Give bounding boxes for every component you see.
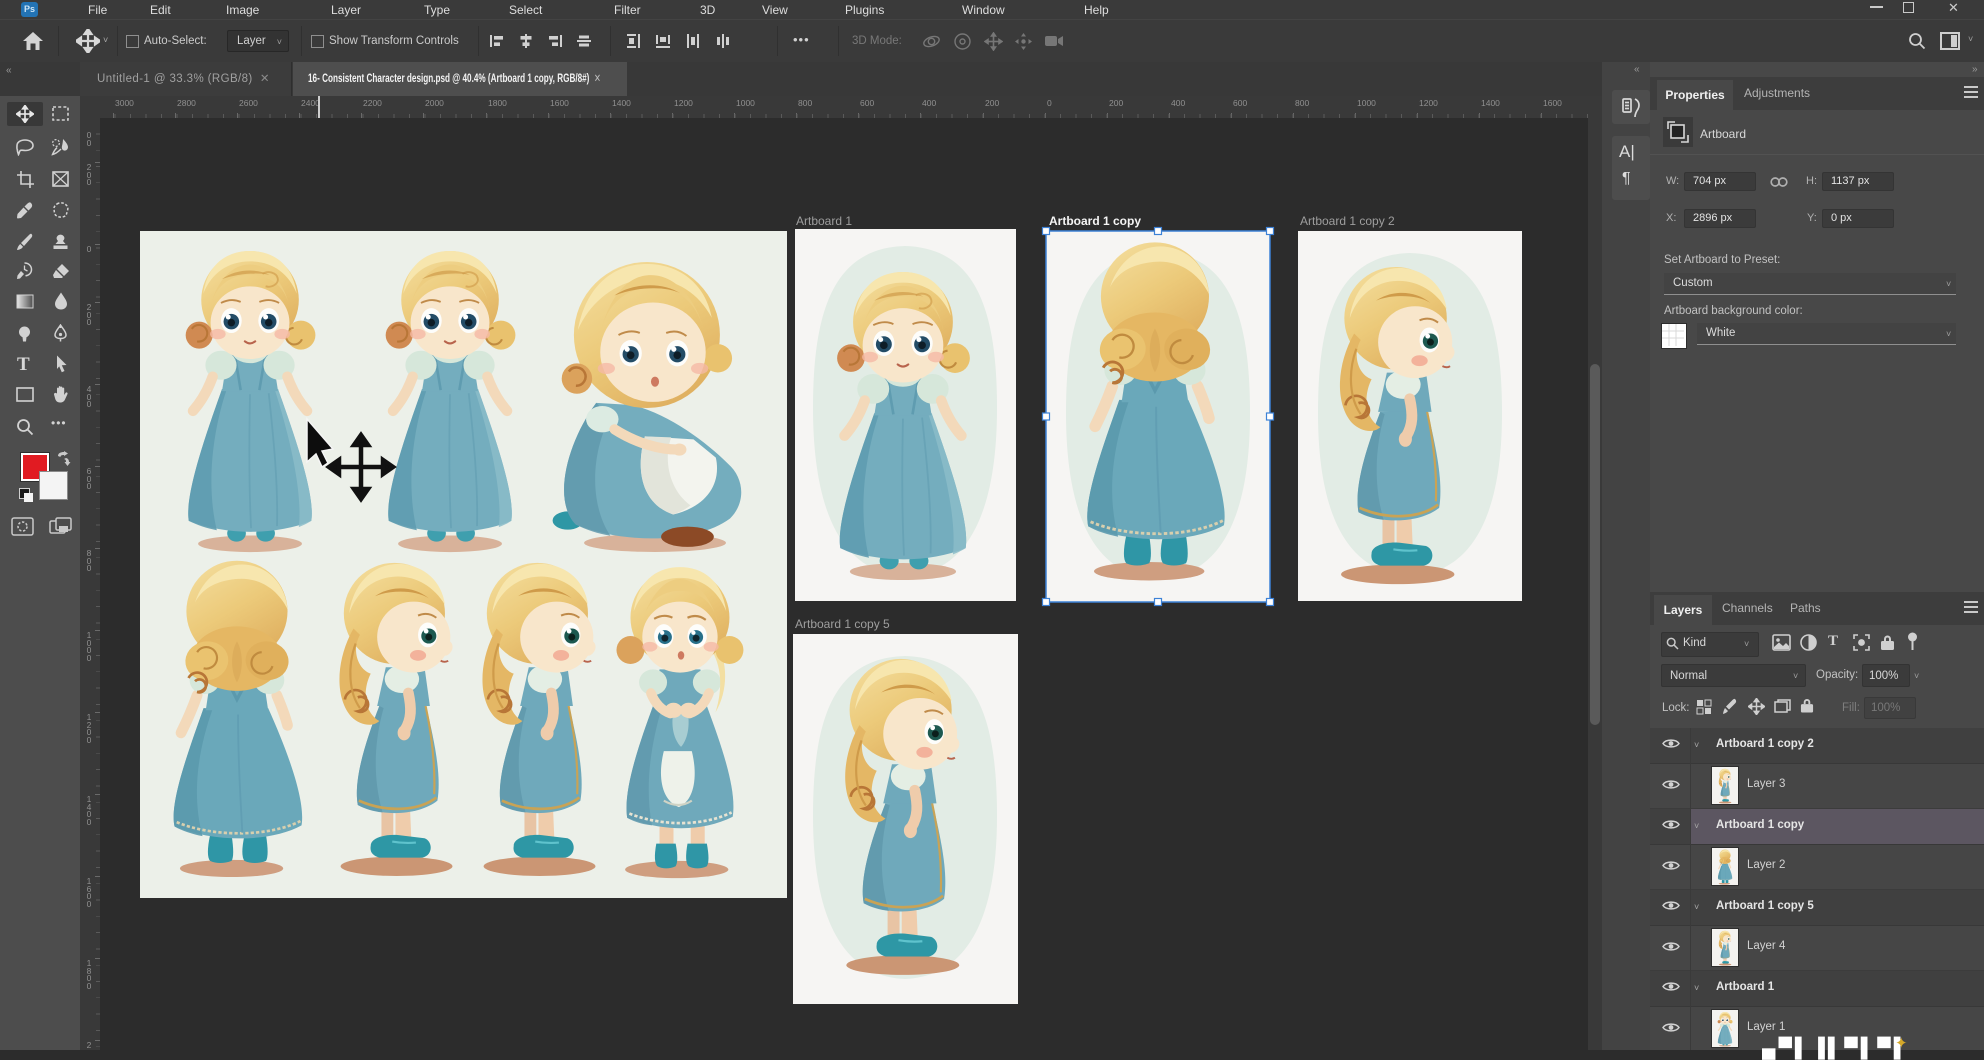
svg-text:Artboard 1 copy 2: Artboard 1 copy 2	[1300, 214, 1395, 228]
svg-text:Artboard 1 copy 5: Artboard 1 copy 5	[795, 617, 890, 631]
svg-text:Artboard 1 copy: Artboard 1 copy	[1049, 214, 1141, 228]
svg-text:Artboard 1: Artboard 1	[796, 214, 852, 228]
